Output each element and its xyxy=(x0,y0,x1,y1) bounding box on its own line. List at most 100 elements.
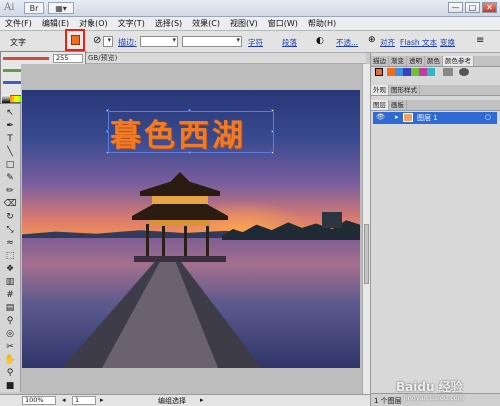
panel-menu-icon[interactable]: ≡ xyxy=(476,35,484,46)
scrollbar-thumb[interactable] xyxy=(364,224,369,284)
gradient-tool-icon[interactable]: ▤ xyxy=(3,303,17,314)
harmony-swatch[interactable] xyxy=(419,68,427,76)
artboard-next-icon[interactable]: ▸ xyxy=(100,396,104,404)
fill-swatch[interactable] xyxy=(65,29,85,51)
watermark-url: jingyan.baidu.com xyxy=(404,394,464,402)
menu-help[interactable]: 帮助(H) xyxy=(303,18,341,29)
vertical-scrollbar[interactable] xyxy=(362,64,370,394)
eraser-tool-icon[interactable]: ⌫ xyxy=(3,199,17,210)
minimize-button[interactable]: — xyxy=(448,2,463,13)
font-family-select[interactable] xyxy=(182,36,242,47)
workspace-switcher[interactable]: ▦ ▾ xyxy=(48,2,74,14)
zoom-field[interactable]: 100% xyxy=(22,396,56,405)
harmony-swatch[interactable] xyxy=(411,68,419,76)
artboard-number-field[interactable]: 1 xyxy=(72,396,96,405)
selection-handle[interactable] xyxy=(106,151,109,154)
stroke-swatch-dropdown[interactable] xyxy=(103,36,113,47)
free-transform-tool-icon[interactable]: ⬚ xyxy=(3,251,17,262)
line-tool-icon[interactable]: ╲ xyxy=(3,147,17,158)
layer-row[interactable]: 👁 ▸ 图层 1 ○ xyxy=(373,112,497,124)
status-menu-icon[interactable]: ▸ xyxy=(200,396,204,404)
opacity-link[interactable]: 不透... xyxy=(336,37,358,48)
selection-tool-icon[interactable]: ↖ xyxy=(3,108,17,119)
harmony-swatch[interactable] xyxy=(387,68,395,76)
mesh-tool-icon[interactable]: # xyxy=(3,290,17,301)
stroke-swatch-icon[interactable]: ⊘ xyxy=(93,35,101,46)
document-tab[interactable]: GB/预览) xyxy=(86,53,366,64)
expand-arrow-icon[interactable]: ▸ xyxy=(395,113,399,121)
menu-file[interactable]: 文件(F) xyxy=(0,18,37,29)
layer-thumbnail xyxy=(403,113,413,122)
watermark-logo: Baidu 经验 xyxy=(396,380,463,394)
scale-tool-icon[interactable]: ⤡ xyxy=(3,225,17,236)
slider-track-r[interactable] xyxy=(3,57,49,60)
hand-tool-icon[interactable]: ✋ xyxy=(3,355,17,366)
graph-tool-icon[interactable]: ▥ xyxy=(3,277,17,288)
harmony-swatch[interactable] xyxy=(427,68,435,76)
align-link[interactable]: 对齐 xyxy=(380,37,395,48)
base-color-swatch[interactable] xyxy=(375,68,383,76)
flash-text-link[interactable]: Flash 文本 xyxy=(400,37,437,48)
recolor-icon[interactable]: ◐ xyxy=(316,36,324,46)
selection-handle[interactable] xyxy=(188,151,191,154)
tools-panel: ↖ ✒ T ╲ □ ✎ ✏ ⌫ ↻ ⤡ ≈ ⬚ ❖ ▥ # ▤ ⚲ ◎ ✂ ✋ … xyxy=(0,104,21,392)
stroke-weight-select[interactable] xyxy=(140,36,178,47)
harmony-swatch[interactable] xyxy=(403,68,411,76)
menu-effect[interactable]: 效果(C) xyxy=(187,18,225,29)
stroke-label[interactable]: 描边: xyxy=(118,37,137,48)
eyedropper-tool-icon[interactable]: ⚲ xyxy=(3,316,17,327)
paragraph-link[interactable]: 段落 xyxy=(282,37,297,48)
title-bar: Ai Br ▦ ▾ — □ ✕ xyxy=(0,0,500,17)
blend-tool-icon[interactable]: ◎ xyxy=(3,329,17,340)
warp-tool-icon[interactable]: ≈ xyxy=(3,238,17,249)
color-slider-r[interactable]: 255 xyxy=(3,54,85,64)
distant-building xyxy=(322,212,342,228)
selection-handle[interactable] xyxy=(106,130,109,133)
tab-appearance[interactable]: 外观 xyxy=(371,85,389,95)
rectangle-tool-icon[interactable]: □ xyxy=(3,160,17,171)
menu-object[interactable]: 对象(O) xyxy=(74,18,113,29)
pavilion-upper-roof xyxy=(140,172,220,196)
rotate-tool-icon[interactable]: ↻ xyxy=(3,212,17,223)
tab-artboards[interactable]: 画板 xyxy=(389,100,407,110)
brush-tool-icon[interactable]: ✎ xyxy=(3,173,17,184)
selection-handle[interactable] xyxy=(188,109,191,112)
pen-tool-icon[interactable]: ✒ xyxy=(3,121,17,132)
artboard-prev-icon[interactable]: ◂ xyxy=(62,396,66,404)
character-link[interactable]: 字符 xyxy=(248,37,263,48)
type-tool-icon[interactable]: T xyxy=(3,134,17,145)
slice-tool-icon[interactable]: ✂ xyxy=(3,342,17,353)
pavilion-pillar xyxy=(146,224,149,260)
menu-select[interactable]: 选择(S) xyxy=(150,18,187,29)
harmony-rules-dropdown[interactable] xyxy=(443,68,453,76)
menu-window[interactable]: 窗口(W) xyxy=(263,18,303,29)
tab-layers[interactable]: 图层 xyxy=(371,100,389,110)
eye-icon[interactable]: 👁 xyxy=(376,113,385,121)
workspace-icon: ▦ xyxy=(55,3,63,13)
pencil-tool-icon[interactable]: ✏ xyxy=(3,186,17,197)
selection-handle[interactable] xyxy=(271,109,274,112)
edit-colors-icon[interactable] xyxy=(459,68,469,76)
transform-link[interactable]: 变换 xyxy=(440,37,455,48)
menu-type[interactable]: 文字(T) xyxy=(113,18,150,29)
menu-view[interactable]: 视图(V) xyxy=(225,18,263,29)
globe-icon[interactable]: ⊕ xyxy=(368,35,376,45)
target-icon[interactable]: ○ xyxy=(485,113,491,121)
menu-edit[interactable]: 编辑(E) xyxy=(37,18,74,29)
black-white-ramp[interactable] xyxy=(2,95,10,103)
selection-handle[interactable] xyxy=(271,151,274,154)
selection-handle[interactable] xyxy=(271,130,274,133)
symbol-sprayer-tool-icon[interactable]: ❖ xyxy=(3,264,17,275)
bridge-button[interactable]: Br xyxy=(24,2,44,14)
pavilion-base xyxy=(134,256,226,262)
maximize-button[interactable]: □ xyxy=(465,2,480,13)
artwork-title-text[interactable]: 暮色西湖 xyxy=(110,110,276,154)
close-button[interactable]: ✕ xyxy=(482,2,497,13)
harmony-swatch[interactable] xyxy=(395,68,403,76)
zoom-tool-icon[interactable]: ⚲ xyxy=(3,368,17,379)
layer-name[interactable]: 图层 1 xyxy=(417,113,438,123)
fill-stroke-icon[interactable]: ■ xyxy=(3,381,17,392)
tab-graphic-styles[interactable]: 图形样式 xyxy=(389,85,420,95)
color-value-r[interactable]: 255 xyxy=(53,54,83,63)
selection-handle[interactable] xyxy=(106,109,109,112)
